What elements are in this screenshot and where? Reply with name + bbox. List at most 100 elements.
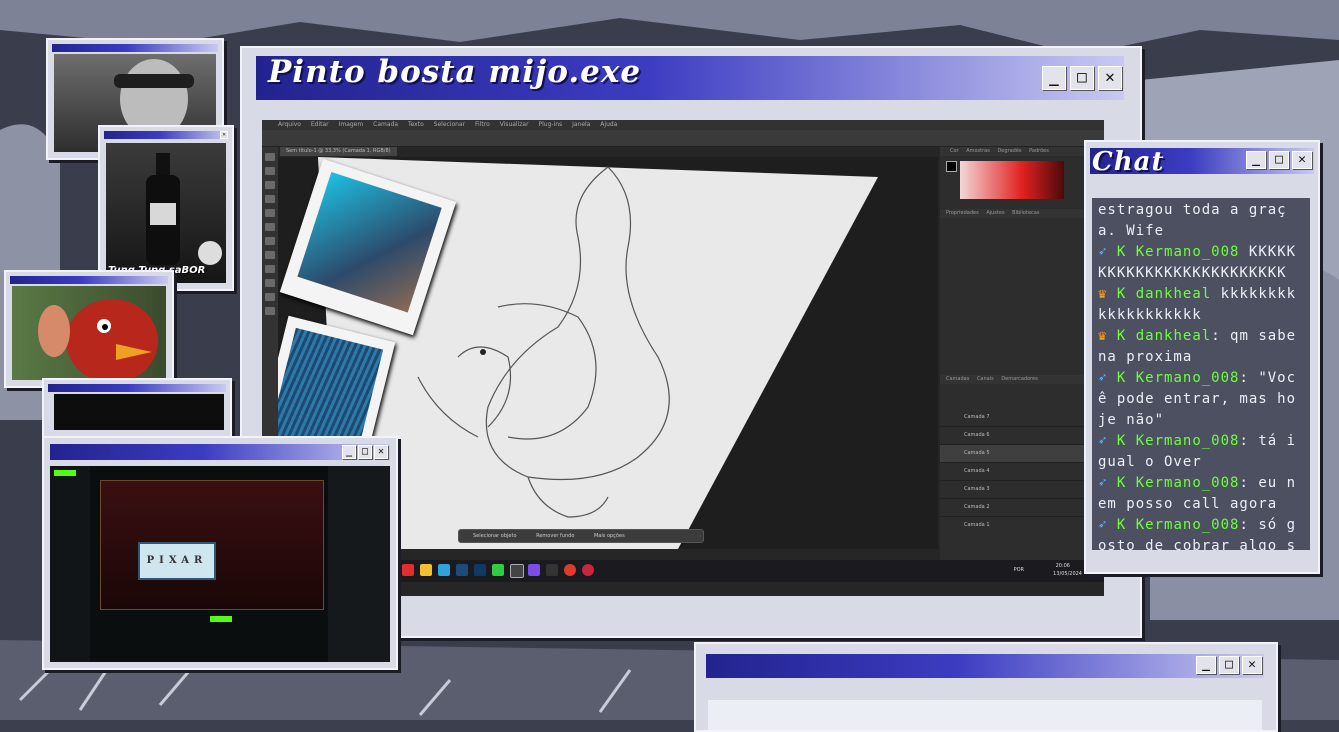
marquee-tool-icon[interactable] <box>265 167 275 175</box>
layer-name: Camada 1 <box>964 522 990 528</box>
menu-layer[interactable]: Camada <box>373 121 398 128</box>
zoom-tool-icon[interactable] <box>265 307 275 315</box>
lasso-tool-icon[interactable] <box>265 181 275 189</box>
minimize-button[interactable]: _ <box>1196 656 1216 674</box>
tab-swatches[interactable]: Amostras <box>966 148 990 154</box>
tab-color[interactable]: Cor <box>950 148 959 154</box>
menu-select[interactable]: Selecionar <box>434 121 465 128</box>
chat-username[interactable]: Kermano_008 <box>1136 370 1240 386</box>
webcam-2-titlebar[interactable]: ✕ <box>104 131 228 139</box>
chat-username[interactable]: Kermano_008 <box>1136 433 1240 449</box>
menu-file[interactable]: Arquivo <box>278 121 301 128</box>
tab-libraries[interactable]: Bibliotecas <box>1012 210 1039 216</box>
photoshop-icon[interactable] <box>474 564 486 576</box>
close-button[interactable]: ✕ <box>374 445 388 459</box>
tab-gradients[interactable]: Degradês <box>997 148 1021 154</box>
maximize-button[interactable]: □ <box>1070 66 1094 90</box>
chat-window-titlebar[interactable]: Chat _ □ ✕ <box>1090 148 1314 174</box>
layer-row[interactable]: Camada 2 <box>940 499 1104 517</box>
file-explorer-icon[interactable] <box>420 564 432 576</box>
pen-tool-icon[interactable] <box>265 265 275 273</box>
maximize-button[interactable]: □ <box>1219 656 1239 674</box>
portrait-photo <box>297 172 442 313</box>
layer-row[interactable]: Camada 5 <box>940 445 1104 463</box>
stamp-tool-icon[interactable] <box>265 223 275 231</box>
tab-paths[interactable]: Demarcadores <box>1001 376 1037 382</box>
chat-username[interactable]: Kermano_008 <box>1136 475 1240 491</box>
streamer-window-titlebar[interactable]: _ □ ✕ <box>50 444 390 460</box>
minimize-button[interactable]: _ <box>342 445 356 459</box>
layer-row[interactable]: Camada 7 <box>940 409 1104 427</box>
menu-image[interactable]: Imagem <box>339 121 364 128</box>
layer-row[interactable]: Camada 6 <box>940 427 1104 445</box>
minimize-button[interactable]: _ <box>1042 66 1066 90</box>
steam-icon[interactable] <box>456 564 468 576</box>
maximize-button[interactable]: □ <box>358 445 372 459</box>
menu-edit[interactable]: Editar <box>311 121 329 128</box>
kick-badge-icon: K <box>1116 244 1127 260</box>
app-icon-green[interactable] <box>492 564 504 576</box>
gradient-tool-icon[interactable] <box>265 251 275 259</box>
chat-username[interactable]: Kermano_008 <box>1136 244 1240 260</box>
more-options-button[interactable]: Mais opções <box>594 533 625 539</box>
webcam-4-titlebar[interactable] <box>48 384 226 392</box>
move-tool-icon[interactable] <box>265 153 275 161</box>
color-picker[interactable] <box>960 161 1064 199</box>
maximize-button[interactable]: □ <box>1269 151 1289 169</box>
webcam-1-titlebar[interactable] <box>52 44 218 52</box>
close-button[interactable]: ✕ <box>1292 151 1312 169</box>
webcam-3-titlebar[interactable] <box>10 276 168 284</box>
taskbar-date[interactable]: 13/05/2024 <box>1053 570 1082 578</box>
app-icon-dark[interactable] <box>546 564 558 576</box>
chat-message: ➶ K Kermano_008 KKKKKKKKKKKKKKKKKKKKKKKK… <box>1098 242 1304 284</box>
bottom-window-body <box>708 700 1262 730</box>
layer-row[interactable]: Camada 1 <box>940 517 1104 534</box>
brush-tool-icon[interactable] <box>265 209 275 217</box>
menu-plugins[interactable]: Plug-ins <box>538 121 562 128</box>
chat-message: ♛ K dankheal kkkkkkkkkkkkkkkkkkk <box>1098 284 1304 326</box>
edge-icon[interactable] <box>438 564 450 576</box>
chrome-icon[interactable] <box>564 564 576 576</box>
eraser-tool-icon[interactable] <box>265 237 275 245</box>
windows-taskbar: POR 20:06 13/05/2024 <box>386 560 1104 582</box>
foreground-color-swatch[interactable] <box>946 161 957 172</box>
tab-adjustments[interactable]: Ajustes <box>986 210 1004 216</box>
discord-icon[interactable] <box>528 564 540 576</box>
chat-username[interactable]: dankheal <box>1136 328 1211 344</box>
app-icon-pink[interactable] <box>582 564 594 576</box>
layer-row[interactable]: Camada 4 <box>940 463 1104 481</box>
menu-filter[interactable]: Filtro <box>475 121 490 128</box>
type-tool-icon[interactable] <box>265 279 275 287</box>
close-button[interactable]: ✕ <box>220 131 228 139</box>
webcam-window-2: ✕ Tung Tung saBOR <box>98 125 234 291</box>
kick-badge-icon: K <box>1116 370 1127 386</box>
chat-username[interactable]: Kermano_008 <box>1136 517 1240 533</box>
minimize-button[interactable]: _ <box>1246 151 1266 169</box>
photoshop-right-panels: Cor Amostras Degradês Padrões Propriedad… <box>940 147 1104 560</box>
app-icon-red[interactable] <box>402 564 414 576</box>
follow-button[interactable] <box>210 616 232 622</box>
tab-patterns[interactable]: Padrões <box>1029 148 1049 154</box>
bottom-window-titlebar[interactable]: _ □ ✕ <box>706 654 1264 678</box>
tab-layers[interactable]: Camadas <box>946 376 969 382</box>
taskbar-time[interactable]: 20:06 <box>1056 562 1070 570</box>
obs-icon[interactable] <box>510 564 524 578</box>
menu-view[interactable]: Visualizar <box>500 121 529 128</box>
layer-row[interactable]: Camada 3 <box>940 481 1104 499</box>
menu-window[interactable]: Janela <box>572 121 590 128</box>
tab-channels[interactable]: Canais <box>977 376 994 382</box>
remove-background-button[interactable]: Remover fundo <box>536 533 574 539</box>
menu-help[interactable]: Ajuda <box>600 121 617 128</box>
input-language[interactable]: POR <box>1014 566 1024 574</box>
document-tab[interactable]: Sem título-1 @ 33,3% (Camada 1, RGB/8) <box>280 147 397 156</box>
menu-type[interactable]: Texto <box>408 121 424 128</box>
main-window-titlebar[interactable]: Pinto bosta mijo.exe _ □ ✕ <box>256 56 1124 100</box>
close-button[interactable]: ✕ <box>1242 656 1262 674</box>
kick-badge-icon: K <box>1116 286 1127 302</box>
chat-username[interactable]: dankheal <box>1136 286 1211 302</box>
hand-tool-icon[interactable] <box>265 293 275 301</box>
close-button[interactable]: ✕ <box>1098 66 1122 90</box>
crop-tool-icon[interactable] <box>265 195 275 203</box>
select-object-button[interactable]: Selecionar objeto <box>473 533 517 539</box>
tab-properties[interactable]: Propriedades <box>946 210 979 216</box>
